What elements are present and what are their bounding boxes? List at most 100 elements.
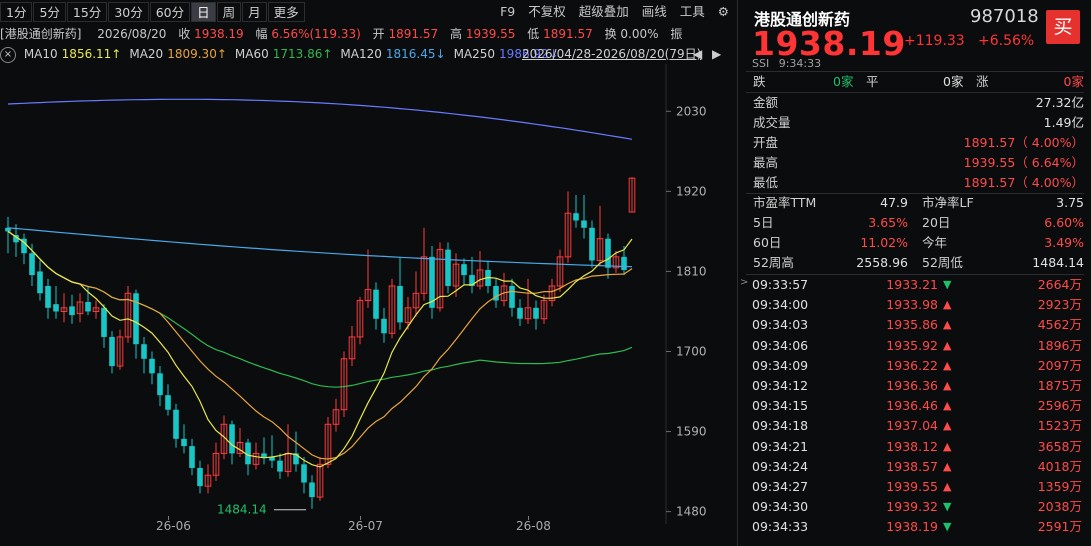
stat-row: 金额 27.32亿 [738,93,1084,113]
super-overlay-button[interactable]: 超级叠加 [573,2,635,22]
period-tab-0[interactable]: 1分 [0,2,33,22]
valuation-value: 11.02% [860,235,908,250]
turnover-label: 换 [604,27,617,41]
quote-info-bar: [港股通创新药] 2026/08/20 收 1938.19 幅 6.56%(11… [0,27,683,41]
tick-volume: 1875万 [1037,378,1082,393]
stat-value: 1891.57（ 4.00%） [963,175,1084,190]
stat-label: 成交量 [753,115,791,130]
no-adjust-button[interactable]: 不复权 [522,2,572,22]
stat-value: 27.32亿 [1035,95,1084,110]
tick-price: 1937.04 [886,418,938,434]
period-tab-6[interactable]: 周 [216,2,242,22]
tick-time: 09:34:24 [752,458,809,474]
valuation-label: 60日 [753,235,782,250]
tick-volume: 1523万 [1037,418,1082,434]
ma-label-ma60: MA60 [234,47,269,61]
tick-volume: 2923万 [1037,297,1082,313]
tick-time: 09:34:03 [752,317,809,333]
f9-button[interactable]: F9 [494,2,521,22]
draw-line-button[interactable]: 画线 [636,2,673,22]
tick-price: 1935.92 [886,337,938,353]
candle-body [85,302,91,312]
valuation-label: 52周低 [922,255,963,270]
x-tick-label: 26-07 [348,519,383,533]
valuation-value: 3.65% [868,215,908,230]
period-tab-7[interactable]: 月 [242,2,267,22]
up-arrow-icon: ▲ [943,358,952,372]
x-tick-mark [168,516,169,520]
candle-body [141,344,147,359]
up-arrow-icon: ▲ [943,459,952,473]
ssi-time: SSI 9:34:33 [752,57,821,70]
tick-row: 09:34:18 1937.04 ▲ 1523万 [738,416,1084,436]
up-arrow-icon: ▲ [943,318,952,332]
date-range[interactable]: 2026/04/28-2026/08/20(79日) [522,44,701,64]
tick-row: 09:34:30 1939.32 ▼ 2038万 [738,497,1084,517]
open-value: 1891.57 [388,27,439,41]
tick-time: 09:34:15 [752,398,809,414]
tick-volume: 1359万 [1037,479,1082,494]
stat-label: 金额 [753,95,779,110]
kline-chart[interactable]: 2030192018101700159014801484.14 [0,64,736,524]
range-value: 6.56%(119.33) [271,27,361,41]
tick-time: 09:34:18 [752,418,809,434]
tick-price: 1939.32 [886,499,938,515]
info-date: 2026/08/20 [97,27,167,41]
stat-row: 最高 1939.55（ 6.64%） [738,153,1084,173]
tick-row: 09:34:15 1936.46 ▲ 2596万 [738,396,1084,416]
security-code: 987018 [970,6,1039,27]
low-annotation: 1484.14 [217,503,267,517]
period-tab-1[interactable]: 5分 [33,2,66,22]
tools-button[interactable]: 工具 [674,2,711,22]
buy-button[interactable]: 买 [1046,10,1080,44]
candle-body [181,438,187,447]
valuation-row: 52周高 2558.96 52周低 1484.14 [738,253,1084,273]
tick-time: 09:34:06 [752,337,809,353]
price-change: +119.33 [904,33,965,49]
period-tab-4[interactable]: 60分 [149,2,191,22]
period-tab-5[interactable]: 日 [191,2,216,22]
ma-label-ma10: MA10 [23,47,58,61]
valuation-row: 市盈率TTM 47.9 市净率LF 3.75 [738,193,1084,213]
tick-volume: 3658万 [1037,438,1082,454]
tick-volume: 2591万 [1037,519,1082,535]
ma-items: MA10 1856.11↑ MA20 1809.30↑ MA60 1713.86↑ MA12… [24,47,559,61]
candle-body [157,373,163,396]
x-axis: 26-06 26-07 26-08 [0,516,736,546]
valuation-row: 5日 3.65% 20日 6.60% [738,213,1084,233]
candle-body [173,409,179,439]
down-arrow-icon: ▼ [943,520,952,534]
low-value: 1891.57 [543,27,593,41]
nav-left-icon[interactable]: ◀ [693,44,702,64]
ma-label-ma250: MA250 [453,47,496,61]
valuation-value: 3.49% [1044,235,1084,250]
high-label: 高 [449,27,462,41]
tick-row: 09:34:00 1933.98 ▲ 2923万 [738,295,1084,315]
tick-price: 1938.12 [886,438,938,454]
candle-body [381,318,387,334]
down-count: 0家 [833,74,854,89]
stat-value: 1939.55（ 6.64%） [963,155,1084,170]
x-tick-label: 26-08 [516,519,551,533]
valuation-label: 今年 [922,235,948,250]
close-value: 1938.19 [194,27,244,41]
down-label: 跌 [753,74,766,89]
tick-time: 09:34:00 [752,297,809,313]
tick-price: 1939.55 [886,479,938,494]
period-tab-2[interactable]: 15分 [66,2,108,22]
tick-time: 09:34:30 [752,499,809,515]
tick-volume: 4018万 [1037,458,1082,474]
period-tab-8[interactable]: 更多 [267,2,305,22]
valuation-label: 52周高 [753,255,794,270]
up-arrow-icon: ▲ [943,480,952,493]
candle-body [189,446,195,468]
period-tab-3[interactable]: 30分 [108,2,149,22]
y-tick-label: 1920 [676,184,707,198]
close-icon[interactable]: × [0,46,16,63]
candle-body [517,307,523,319]
valuation-label: 市盈率TTM [753,195,817,210]
settings-gear-icon[interactable]: ⚙ [712,2,735,22]
tick-price: 1938.57 [886,458,938,474]
nav-right-icon[interactable]: ▶ [712,44,721,64]
down-arrow-icon: ▼ [943,278,952,291]
